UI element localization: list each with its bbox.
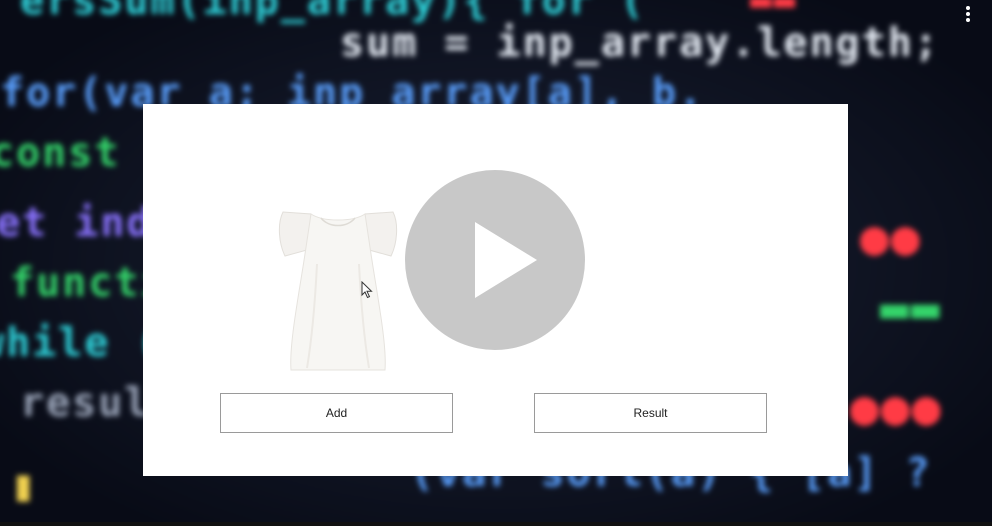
code-blob: ●●● (850, 380, 943, 436)
menu-dot (966, 12, 970, 16)
video-player: ersSum(inp_array){ for ( sum = inp_array… (0, 0, 992, 526)
menu-dot (966, 6, 970, 10)
code-blob: ▬▬ (880, 280, 942, 336)
code-blob: ●● (860, 210, 922, 266)
mouse-cursor-icon (361, 281, 373, 299)
dress-image (278, 211, 398, 371)
result-button[interactable]: Result (534, 393, 767, 433)
code-blob: ▬▬ (750, 0, 798, 21)
play-icon (475, 222, 537, 298)
menu-dot (966, 18, 970, 22)
add-button[interactable]: Add (220, 393, 453, 433)
code-blob: ▮ (10, 460, 39, 511)
kebab-menu-icon[interactable] (962, 4, 974, 26)
bottom-edge (0, 522, 992, 526)
play-button[interactable] (405, 170, 585, 350)
code-line: sum = inp_array.length; (340, 20, 940, 66)
